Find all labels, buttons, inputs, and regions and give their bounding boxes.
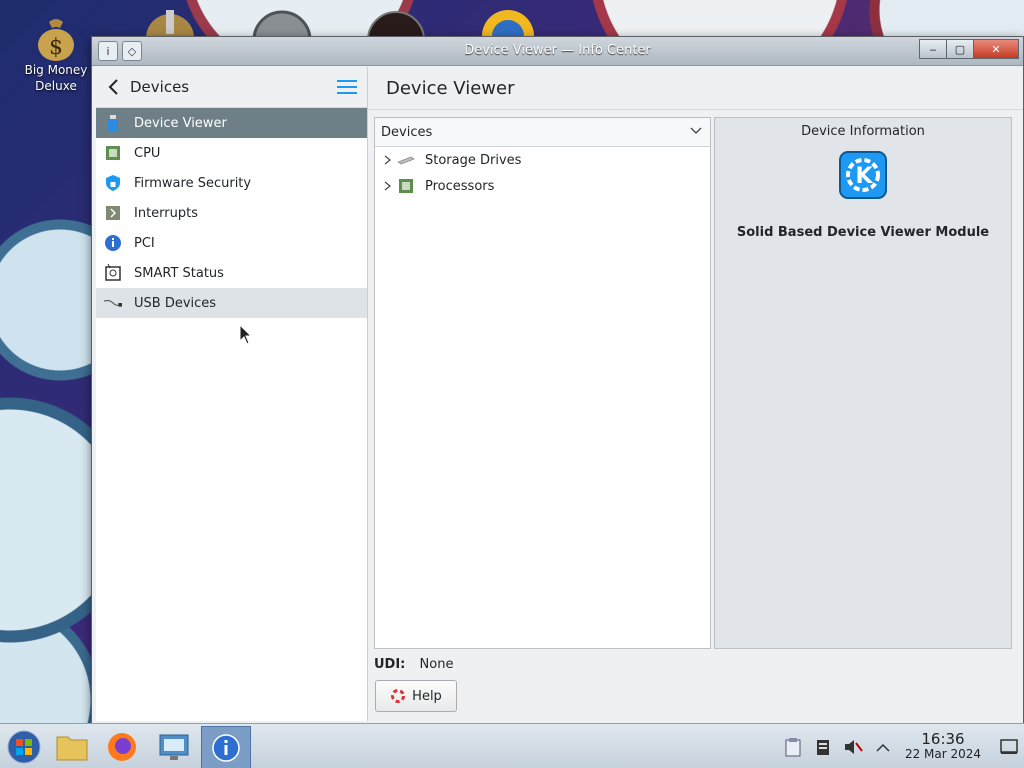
maximize-button[interactable]: ▢ bbox=[946, 39, 974, 59]
clipboard-icon bbox=[785, 737, 801, 756]
udi-value: None bbox=[419, 657, 454, 672]
svg-text:K: K bbox=[855, 164, 873, 189]
volume-muted-icon bbox=[845, 739, 863, 754]
shield-lock-icon bbox=[104, 174, 122, 192]
sidebar-item-cpu[interactable]: CPU bbox=[96, 138, 367, 168]
sidebar-item-label: Device Viewer bbox=[134, 115, 227, 131]
chevron-down-icon bbox=[690, 127, 702, 134]
desktop-icon-big-money[interactable]: $ Big Money Deluxe bbox=[20, 12, 92, 94]
tree-column-header[interactable]: Devices bbox=[375, 118, 710, 147]
kde-logo-icon: K bbox=[839, 151, 887, 199]
back-button[interactable] bbox=[96, 67, 130, 107]
tray-storage[interactable] bbox=[808, 738, 838, 756]
info-circle-icon bbox=[104, 234, 122, 252]
tray-clipboard[interactable] bbox=[778, 737, 808, 757]
system-tray: 16:36 22 Mar 2024 bbox=[778, 724, 1024, 768]
minimize-button[interactable]: ‒ bbox=[919, 39, 947, 59]
ladybug-app-icon[interactable] bbox=[366, 8, 426, 38]
firefox-icon bbox=[108, 732, 136, 761]
sidebar-item-label: CPU bbox=[134, 145, 161, 161]
disk-health-icon bbox=[104, 264, 122, 282]
main-content: Device Viewer Devices Storage Drives Pro… bbox=[368, 67, 1023, 723]
window-title: Device Viewer — Info Center bbox=[464, 43, 651, 58]
expand-arrow-icon[interactable] bbox=[383, 155, 393, 165]
help-button[interactable]: Help bbox=[375, 680, 457, 712]
lifebuoy-icon bbox=[391, 689, 406, 703]
info-panel-title: Device Information bbox=[801, 124, 925, 139]
clock-date: 22 Mar 2024 bbox=[904, 746, 982, 761]
gear-app-icon[interactable] bbox=[140, 8, 200, 38]
udi-line: UDI: None bbox=[374, 657, 453, 672]
start-orb-icon bbox=[7, 730, 41, 763]
sidebar-item-pci[interactable]: PCI bbox=[96, 228, 367, 258]
title-bar[interactable]: i ◇ Device Viewer — Info Center ‒ ▢ ✕ bbox=[92, 37, 1023, 66]
gauge-app-icon[interactable] bbox=[250, 8, 314, 38]
udi-label: UDI: bbox=[374, 657, 406, 672]
folder-icon bbox=[56, 736, 88, 760]
show-desktop-icon bbox=[1000, 738, 1018, 754]
sidebar-item-label: SMART Status bbox=[134, 265, 224, 281]
mouse-cursor-icon bbox=[240, 325, 252, 345]
svg-text:$: $ bbox=[49, 35, 63, 60]
tree-row-label: Processors bbox=[425, 178, 495, 194]
desktop-icon-label: Big Money Deluxe bbox=[24, 63, 88, 93]
start-menu-button[interactable] bbox=[0, 726, 48, 767]
tree-row-label: Storage Drives bbox=[425, 152, 522, 168]
info-module-name: Solid Based Device Viewer Module bbox=[736, 225, 990, 240]
hamburger-menu-icon[interactable] bbox=[337, 79, 357, 95]
sidebar-item-label: Interrupts bbox=[134, 205, 198, 221]
tree-header-label: Devices bbox=[381, 124, 433, 140]
sidebar-header: Devices bbox=[96, 67, 367, 108]
sidebar-item-firmware-security[interactable]: Firmware Security bbox=[96, 168, 367, 198]
taskbar-info-center[interactable] bbox=[201, 726, 251, 768]
taskbar-file-manager[interactable] bbox=[48, 726, 96, 767]
settings-monitor-icon bbox=[159, 734, 189, 760]
sidebar-item-smart-status[interactable]: SMART Status bbox=[96, 258, 367, 288]
interrupt-card-icon bbox=[104, 204, 122, 222]
taskbar-system-settings[interactable] bbox=[150, 726, 198, 767]
help-label: Help bbox=[412, 688, 442, 704]
tray-volume[interactable] bbox=[838, 738, 868, 756]
expand-arrow-icon[interactable] bbox=[383, 181, 393, 191]
sidebar-item-label: Firmware Security bbox=[134, 175, 252, 191]
globe-sun-app-icon[interactable] bbox=[476, 6, 540, 38]
chevron-left-icon bbox=[108, 79, 118, 95]
sidebar-item-usb-devices[interactable]: USB Devices bbox=[96, 288, 367, 318]
device-notifier-icon bbox=[817, 739, 829, 755]
info-center-window: i ◇ Device Viewer — Info Center ‒ ▢ ✕ De… bbox=[91, 36, 1024, 724]
usb-stick-icon bbox=[104, 114, 122, 132]
sidebar: Devices Device Viewer CPU Firmware Secur… bbox=[96, 67, 368, 721]
device-information-panel: Device Information K Solid Based Device … bbox=[714, 117, 1012, 649]
sidebar-item-label: USB Devices bbox=[134, 295, 217, 311]
info-circle-icon bbox=[212, 733, 240, 762]
show-desktop-button[interactable] bbox=[994, 738, 1024, 755]
tray-expand[interactable] bbox=[868, 742, 898, 752]
clock-time: 16:36 bbox=[921, 729, 965, 748]
drive-icon bbox=[397, 153, 415, 167]
taskbar-firefox[interactable] bbox=[98, 726, 146, 767]
tree-row-storage-drives[interactable]: Storage Drives bbox=[375, 147, 710, 173]
clock[interactable]: 16:36 22 Mar 2024 bbox=[898, 729, 988, 762]
chip-icon bbox=[397, 179, 415, 193]
chevron-up-icon bbox=[876, 743, 890, 752]
tree-row-processors[interactable]: Processors bbox=[375, 173, 710, 199]
usb-cable-icon bbox=[104, 294, 122, 312]
page-title: Device Viewer bbox=[368, 67, 1023, 110]
sidebar-item-device-viewer[interactable]: Device Viewer bbox=[96, 108, 367, 138]
device-tree[interactable]: Devices Storage Drives Processors bbox=[374, 117, 711, 649]
sidebar-item-interrupts[interactable]: Interrupts bbox=[96, 198, 367, 228]
taskbar: 16:36 22 Mar 2024 bbox=[0, 723, 1024, 768]
chip-icon bbox=[104, 144, 122, 162]
close-button[interactable]: ✕ bbox=[973, 39, 1019, 59]
money-bag-icon: $ bbox=[38, 19, 74, 61]
sidebar-title: Devices bbox=[130, 78, 190, 96]
sidebar-item-label: PCI bbox=[134, 235, 155, 251]
